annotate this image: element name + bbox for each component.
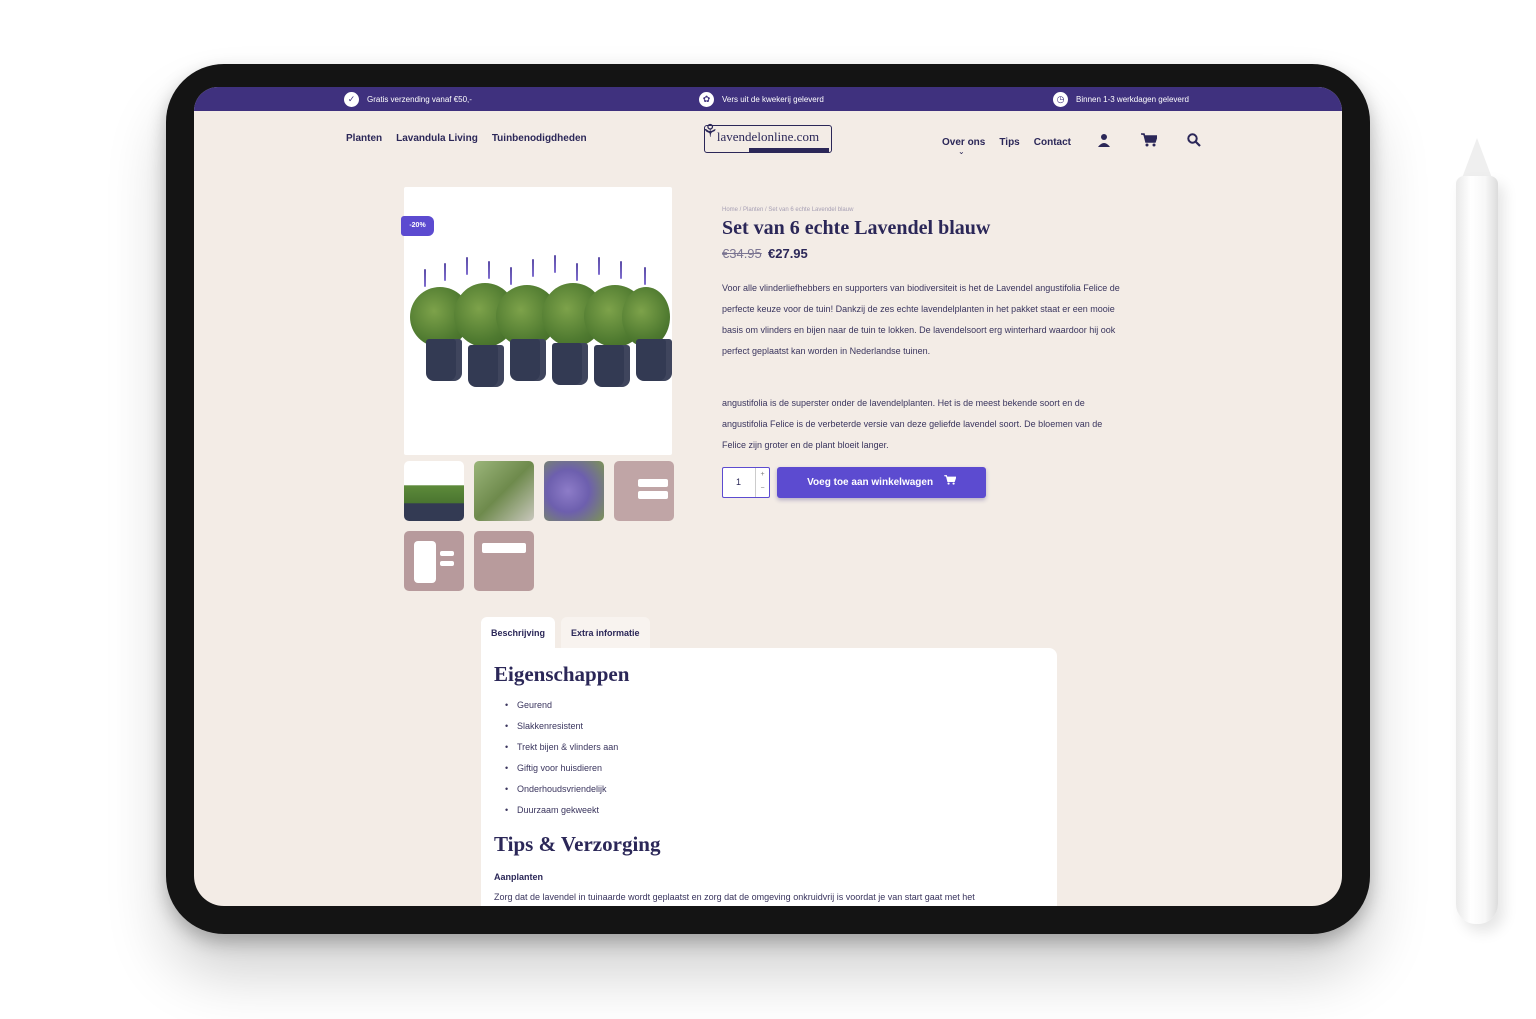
add-to-cart-button[interactable]: Voeg toe aan winkelwagen bbox=[777, 467, 986, 498]
nav-item-tuinbenodigdheden[interactable]: Tuinbenodigdheden bbox=[492, 133, 587, 144]
user-icon[interactable] bbox=[1097, 133, 1111, 151]
price-new: €27.95 bbox=[768, 246, 808, 261]
lavender-flower bbox=[620, 261, 622, 279]
plant-pot bbox=[552, 343, 588, 385]
subheading-aanplanten: Aanplanten bbox=[494, 872, 544, 882]
lavender-flower bbox=[510, 267, 512, 285]
thumbnail-3[interactable] bbox=[544, 461, 604, 521]
product-description-2: angustifolia is de superster onder de la… bbox=[722, 398, 1103, 450]
thumbnail-phone bbox=[414, 541, 436, 583]
list-item: Trekt bijen & vlinders aan bbox=[505, 737, 618, 758]
usp-shipping: ✓ Gratis verzending vanaf €50,- bbox=[344, 92, 472, 107]
thumbnail-card bbox=[482, 543, 526, 553]
thumbnail-5[interactable] bbox=[404, 531, 464, 591]
list-item: Geurend bbox=[505, 695, 618, 716]
product-title: Set van 6 echte Lavendel blauw bbox=[722, 217, 991, 239]
clock-icon: ◷ bbox=[1053, 92, 1068, 107]
lavender-flower bbox=[424, 269, 426, 287]
usp-delivery: ◷ Binnen 1-3 werkdagen geleverd bbox=[1053, 92, 1189, 107]
thumbnail-1[interactable] bbox=[404, 461, 464, 521]
quantity-step-buttons[interactable]: + − bbox=[755, 468, 769, 497]
stylus-pencil bbox=[1456, 176, 1498, 924]
lavender-flower bbox=[444, 263, 446, 281]
heading-eigenschappen: Eigenschappen bbox=[494, 662, 630, 686]
tablet-screen: ✓ Gratis verzending vanaf €50,- ✿ Vers u… bbox=[194, 87, 1342, 906]
plant-foliage bbox=[622, 287, 670, 347]
chevron-down-icon: ⌄ bbox=[958, 147, 965, 156]
nav-item-contact[interactable]: Contact bbox=[1034, 137, 1071, 148]
price-old: €34.95 bbox=[722, 246, 762, 261]
list-item: Duurzaam gekweekt bbox=[505, 800, 618, 821]
usp-fresh: ✿ Vers uit de kwekerij geleverd bbox=[699, 92, 824, 107]
nav-item-over-ons[interactable]: Over ons bbox=[942, 137, 985, 148]
logo-underline bbox=[749, 148, 829, 153]
tab-beschrijving[interactable]: Beschrijving bbox=[481, 617, 556, 649]
add-to-cart-label: Voeg toe aan winkelwagen bbox=[807, 477, 934, 488]
thumbnail-2[interactable] bbox=[474, 461, 534, 521]
lavender-flower bbox=[488, 261, 490, 279]
quantity-value: 1 bbox=[736, 477, 742, 487]
pots bbox=[426, 339, 672, 387]
planting-paragraph: Zorg dat de lavendel in tuinaarde wordt … bbox=[494, 892, 975, 902]
list-item: Slakkenresistent bbox=[505, 716, 618, 737]
lavender-flower bbox=[644, 267, 646, 285]
plant-pot bbox=[636, 339, 672, 381]
lavender-flower bbox=[576, 263, 578, 281]
lavender-flower bbox=[532, 259, 534, 277]
usp-fresh-text: Vers uit de kwekerij geleverd bbox=[722, 95, 824, 104]
list-item: Onderhoudsvriendelijk bbox=[505, 779, 618, 800]
thumbnail-6[interactable] bbox=[474, 531, 534, 591]
cart-icon bbox=[944, 475, 957, 488]
pencil-tip bbox=[1462, 138, 1492, 178]
thumbnail-4[interactable] bbox=[614, 461, 674, 521]
lavender-flower bbox=[598, 257, 600, 275]
nav-item-lavandula-living[interactable]: Lavandula Living bbox=[396, 133, 478, 144]
thumbnail-card bbox=[638, 491, 668, 499]
thumbnail-card bbox=[638, 479, 668, 487]
plant-pot bbox=[468, 345, 504, 387]
nav-item-planten[interactable]: Planten bbox=[346, 133, 382, 144]
usp-bar: ✓ Gratis verzending vanaf €50,- ✿ Vers u… bbox=[194, 87, 1342, 111]
plant-pot bbox=[594, 345, 630, 387]
discount-badge: -20% bbox=[401, 216, 434, 236]
product-main-image[interactable] bbox=[404, 187, 672, 455]
truck-icon: ✓ bbox=[344, 92, 359, 107]
plant-pot bbox=[426, 339, 462, 381]
cart-icon[interactable] bbox=[1140, 133, 1159, 151]
plant-icon: ✿ bbox=[699, 92, 714, 107]
usp-delivery-text: Binnen 1-3 werkdagen geleverd bbox=[1076, 95, 1189, 104]
properties-list: Geurend Slakkenresistent Trekt bijen & v… bbox=[505, 695, 618, 821]
thumbnail-card bbox=[440, 561, 454, 566]
breadcrumb[interactable]: Home / Planten / Set van 6 echte Lavende… bbox=[722, 207, 853, 213]
logo-text: lavendelonline.com bbox=[716, 129, 820, 144]
usp-shipping-text: Gratis verzending vanaf €50,- bbox=[367, 95, 472, 104]
nav-item-tips[interactable]: Tips bbox=[999, 137, 1019, 148]
heading-tips-verzorging: Tips & Verzorging bbox=[494, 832, 661, 856]
list-item: Giftig voor huisdieren bbox=[505, 758, 618, 779]
description-panel: Eigenschappen Geurend Slakkenresistent T… bbox=[481, 648, 1057, 906]
lavender-flower bbox=[466, 257, 468, 275]
main-nav-left: Planten Lavandula Living Tuinbenodigdhed… bbox=[346, 133, 587, 144]
site-logo[interactable]: lavendelonline.com bbox=[704, 125, 832, 153]
search-icon[interactable] bbox=[1187, 133, 1201, 151]
lavender-flower bbox=[554, 255, 556, 273]
tab-extra-informatie[interactable]: Extra informatie bbox=[561, 617, 650, 649]
quantity-stepper[interactable]: 1 + − bbox=[722, 467, 770, 498]
product-description-1: Voor alle vlinderliefhebbers en supporte… bbox=[722, 283, 1120, 356]
main-nav-right: Over ons Tips Contact bbox=[942, 133, 1201, 151]
thumbnail-card bbox=[440, 551, 454, 556]
plant-pot bbox=[510, 339, 546, 381]
